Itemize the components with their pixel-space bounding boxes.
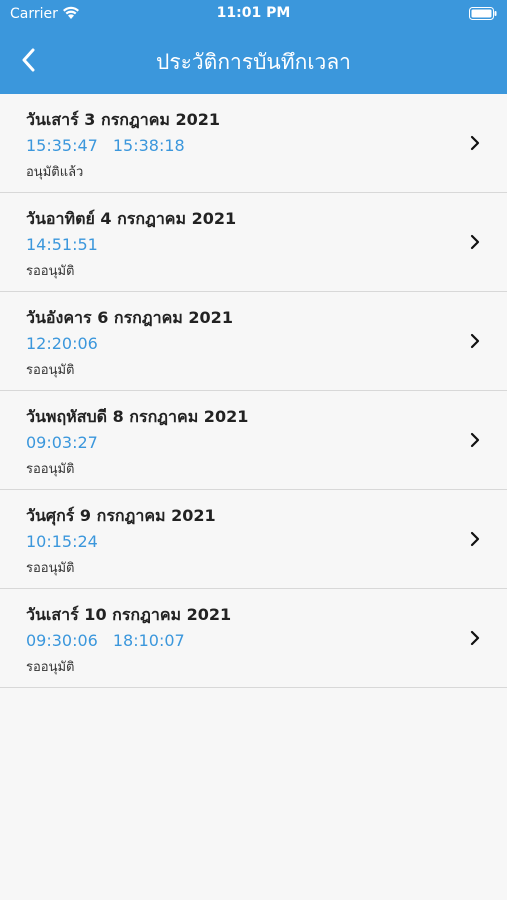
battery-icon [469,7,497,20]
record-status: รออนุมัติ [26,264,75,279]
time-record-row[interactable]: วันอังคาร 6 กรกฎาคม 2021 12:20:06 รออนุมัต… [0,292,507,391]
record-status: รออนุมัติ [26,561,75,576]
record-time: 10:15:24 [26,532,98,551]
record-time: 18:10:07 [112,631,185,650]
time-record-row[interactable]: วันอาทิตย์ 4 กรกฎาคม 2021 14:51:51 รออนุมั… [0,193,507,292]
chevron-right-icon [470,333,480,349]
record-times: 10:15:24 [26,532,98,551]
chevron-right-icon [470,135,480,151]
chevron-right-icon [470,234,480,250]
time-record-row[interactable]: วันเสาร์ 10 กรกฎาคม 2021 09:30:06 18:10:07… [0,589,507,688]
record-date: วันเสาร์ 3 กรกฎาคม 2021 [26,110,221,129]
chevron-right-icon [470,432,480,448]
record-date: วันอาทิตย์ 4 กรกฎาคม 2021 [26,209,237,228]
page-title: ประวัติการบันทึกเวลา [156,50,351,74]
record-time: 14:51:51 [26,235,98,254]
chevron-right-icon [470,630,480,646]
record-time: 12:20:06 [26,334,98,353]
record-times: 15:35:47 15:38:18 [26,136,185,155]
time-record-row[interactable]: วันเสาร์ 3 กรกฎาคม 2021 15:35:47 15:38:18 อ… [0,94,507,193]
time-record-row[interactable]: วันพฤหัสบดี 8 กรกฎาคม 2021 09:03:27 รออนุม… [0,391,507,490]
record-times: 09:30:06 18:10:07 [26,631,185,650]
time-record-list: วันเสาร์ 3 กรกฎาคม 2021 15:35:47 15:38:18 อ… [0,94,507,688]
record-time: 15:35:47 [26,136,98,155]
record-date: วันอังคาร 6 กรกฎาคม 2021 [26,308,233,327]
record-date: วันศุกร์ 9 กรกฎาคม 2021 [26,506,216,525]
record-times: 12:20:06 [26,334,98,353]
chevron-right-icon [470,531,480,547]
record-status: รออนุมัติ [26,462,75,477]
record-time: 09:03:27 [26,433,98,452]
record-status: รออนุมัติ [26,660,75,675]
app-header: Carrier 11:01 PM ประวัติการบันทึกเวลา [0,0,507,94]
record-status: รออนุมัติ [26,363,75,378]
record-date: วันเสาร์ 10 กรกฎาคม 2021 [26,605,232,624]
navigation-bar: ประวัติการบันทึกเวลา [0,28,507,94]
status-time: 11:01 PM [216,5,291,21]
time-record-row[interactable]: วันศุกร์ 9 กรกฎาคม 2021 10:15:24 รออนุมัติ [0,490,507,589]
record-date: วันพฤหัสบดี 8 กรกฎาคม 2021 [26,407,249,426]
record-times: 14:51:51 [26,235,98,254]
record-time: 09:30:06 [26,631,98,650]
record-times: 09:03:27 [26,433,98,452]
record-time: 15:38:18 [112,136,185,155]
record-status: อนุมัติแล้ว [26,165,84,180]
status-bar: Carrier 11:01 PM [0,0,507,28]
